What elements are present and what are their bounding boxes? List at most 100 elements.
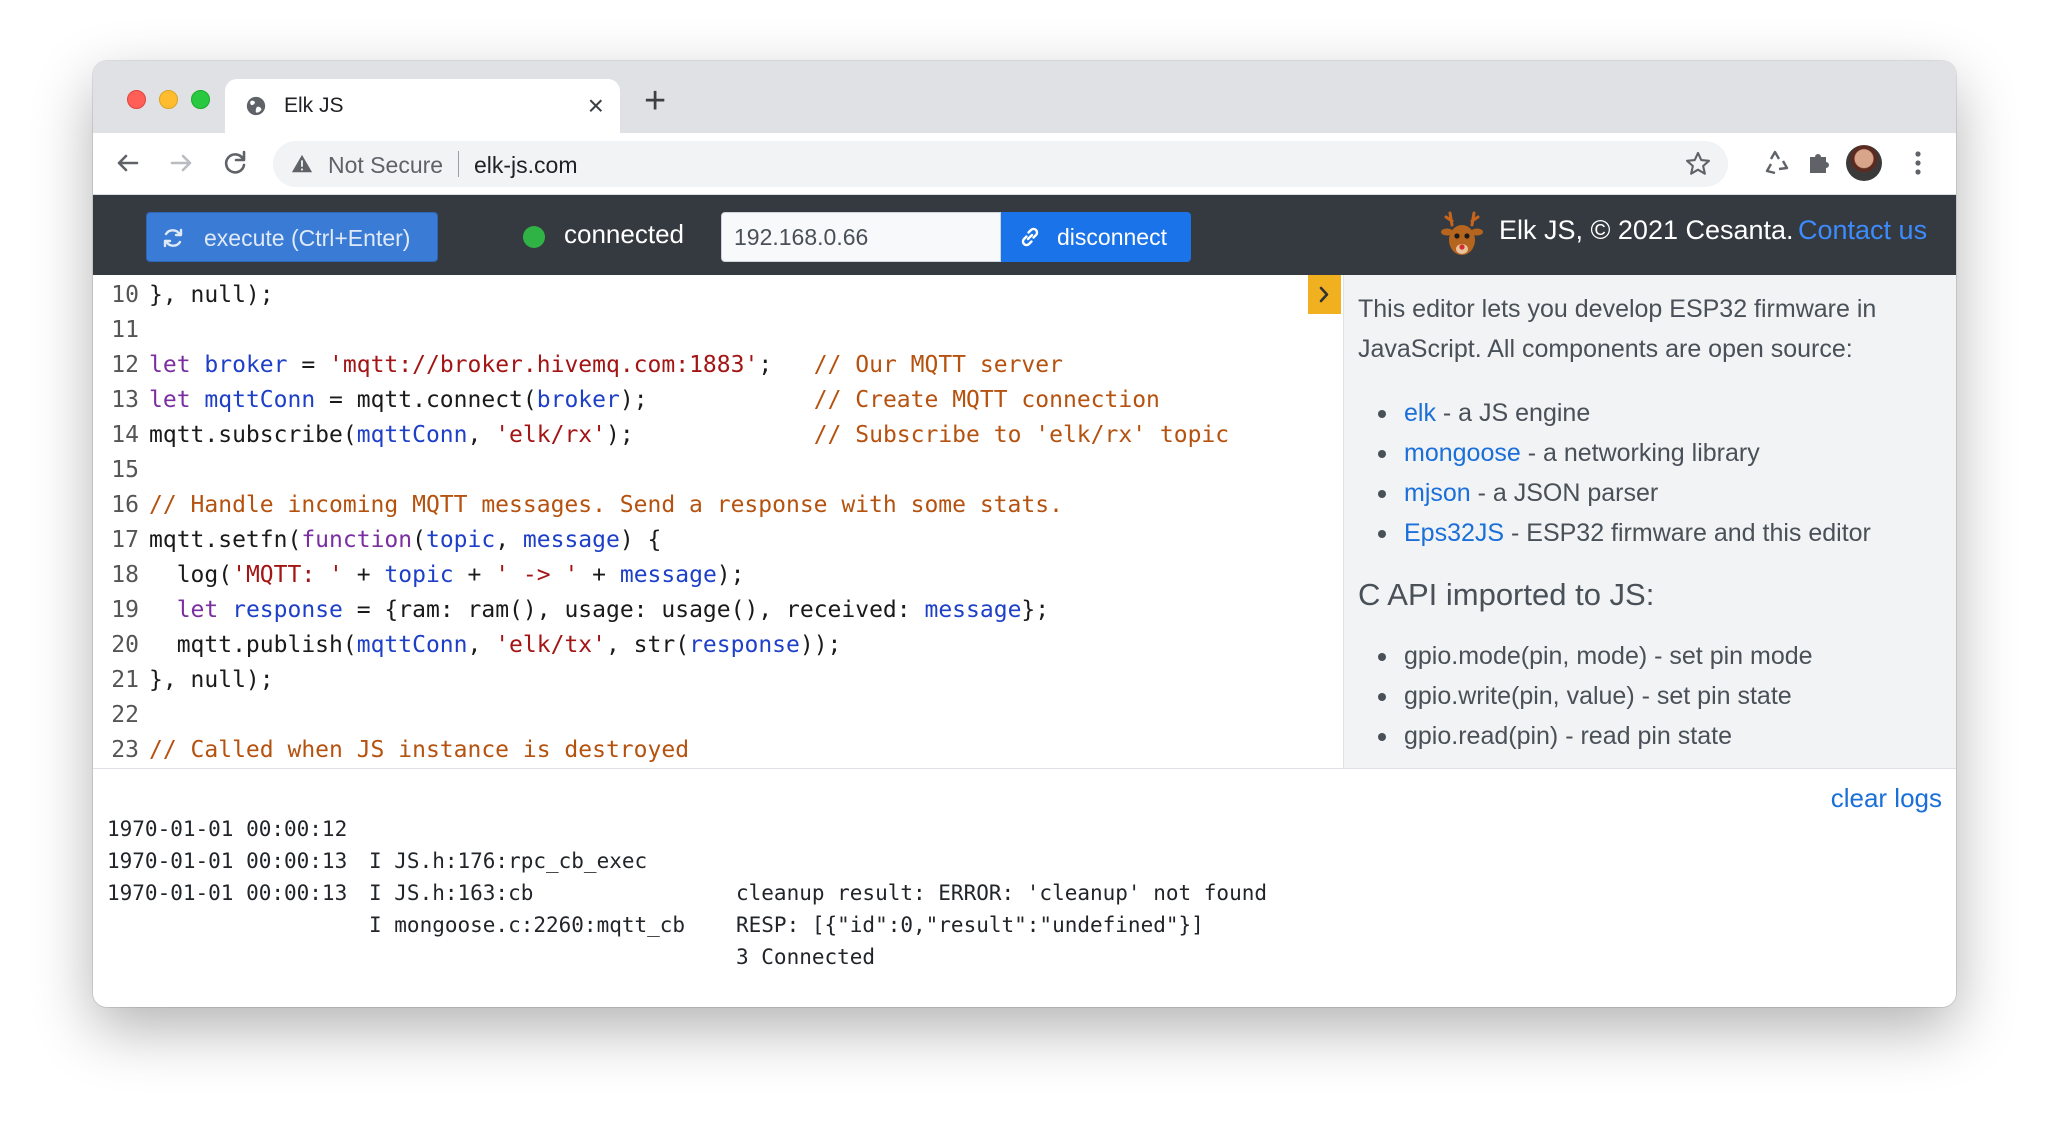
log-row: 1970-01-01 00:00:13 I JS.h:163:cb RESP: … — [107, 813, 1204, 937]
reload-icon[interactable] — [219, 147, 251, 179]
code-text[interactable]: let mqttConn = mqtt.connect(broker); // … — [149, 383, 1160, 418]
code-line: 14 mqtt.subscribe(mqttConn, 'elk/rx'); //… — [93, 418, 1343, 453]
code-text[interactable]: log('MQTT: ' + topic + ' -> ' + message)… — [149, 558, 745, 593]
code-text[interactable]: }, null); — [149, 663, 274, 698]
code-line: 22 — [93, 698, 1343, 733]
code-line: 20 mqtt.publish(mqttConn, 'elk/tx', str(… — [93, 628, 1343, 663]
code-text[interactable]: let response = {ram: ram(), usage: usage… — [149, 593, 1049, 628]
code-line: 21 }, null); — [93, 663, 1343, 698]
execute-button[interactable]: execute (Ctrl+Enter) — [146, 212, 438, 262]
code-text[interactable]: // Handle incoming MQTT messages. Send a… — [149, 488, 1063, 523]
library-list: elk - a JS engine mongoose - a networkin… — [1378, 393, 1871, 553]
code-line: 17 mqtt.setfn(function(topic, message) { — [93, 523, 1343, 558]
code-line: 18 log('MQTT: ' + topic + ' -> ' + messa… — [93, 558, 1343, 593]
minimize-window-button[interactable] — [159, 90, 178, 109]
execute-label: execute (Ctrl+Enter) — [204, 225, 411, 251]
connection-status: connected — [564, 219, 684, 249]
brand-text: Elk JS, © 2021 Cesanta. — [1499, 215, 1794, 245]
tab-close-icon[interactable]: × — [588, 89, 604, 123]
tab-strip: Elk JS × + — [93, 61, 1956, 133]
link-icon — [1021, 227, 1039, 247]
globe-icon — [246, 96, 266, 116]
code-text[interactable]: mqtt.subscribe(mqttConn, 'elk/rx'); // S… — [149, 418, 1229, 453]
contact-us-link[interactable]: Contact us — [1798, 215, 1927, 246]
recycle-extension-icon[interactable] — [1761, 147, 1793, 179]
log-source: I JS.h:176:rpc_cb_exec — [369, 849, 648, 873]
disconnect-button[interactable]: disconnect — [1001, 212, 1191, 262]
code-line: 16 // Handle incoming MQTT messages. Send… — [93, 488, 1343, 523]
line-number: 21 — [111, 667, 139, 693]
mjson-link[interactable]: mjson — [1404, 479, 1471, 507]
maximize-window-button[interactable] — [191, 90, 210, 109]
log-source: I JS.h:163:cb — [369, 881, 534, 905]
code-text[interactable]: mqtt.publish(mqttConn, 'elk/tx', str(res… — [149, 628, 842, 663]
line-number: 15 — [111, 457, 139, 483]
line-number: 16 — [111, 492, 139, 518]
new-tab-button[interactable]: + — [644, 81, 666, 121]
esp32js-link[interactable]: Eps32JS — [1404, 519, 1504, 547]
more-menu-icon[interactable] — [1913, 147, 1923, 179]
forward-icon[interactable] — [166, 147, 198, 179]
code-text[interactable]: let broker = 'mqtt://broker.hivemq.com:1… — [149, 348, 1063, 383]
bookmark-star-icon[interactable] — [1684, 150, 1712, 178]
connection-status-dot — [523, 226, 545, 248]
extensions-puzzle-icon[interactable] — [1803, 147, 1835, 179]
log-row: 1970-01-01 00:00:12 I JS.h:176:rpc_cb_ex… — [107, 781, 1267, 905]
code-editor[interactable]: 10 }, null); 11 12 let broker = 'mqtt://brok… — [93, 275, 1343, 768]
code-line: 12 let broker = 'mqtt://broker.hivemq.com… — [93, 348, 1343, 383]
lib-desc: - ESP32 firmware and this editor — [1504, 519, 1871, 547]
code-line: 23 // Called when JS instance is destroye… — [93, 733, 1343, 768]
security-label[interactable]: Not Secure — [328, 152, 443, 179]
lib-desc: - a networking library — [1520, 439, 1760, 467]
close-window-button[interactable] — [127, 90, 146, 109]
collapse-sidebar-icon[interactable] — [1308, 275, 1341, 314]
clear-logs-button[interactable]: clear logs — [1831, 783, 1942, 814]
app-header: execute (Ctrl+Enter) connected disconnec… — [93, 195, 1956, 275]
list-item: gpio.write(pin, value) - set pin state — [1378, 676, 1813, 716]
line-number: 12 — [111, 352, 139, 378]
line-number: 13 — [111, 387, 139, 413]
code-line: 19 let response = {ram: ram(), usage: us… — [93, 593, 1343, 628]
browser-toolbar: Not Secure elk-js.com — [93, 133, 1956, 195]
profile-avatar[interactable] — [1846, 145, 1882, 181]
tab-elk-js[interactable]: Elk JS × — [225, 79, 620, 133]
log-message: RESP: [{"id":0,"result":"undefined"}] — [736, 913, 1204, 937]
sidebar-intro: This editor lets you develop ESP32 firmw… — [1358, 295, 1877, 363]
list-item: elk - a JS engine — [1378, 393, 1871, 433]
log-panel: 1970-01-01 00:00:12 I JS.h:176:rpc_cb_ex… — [93, 768, 1956, 1007]
warning-icon — [291, 154, 313, 173]
elk-link[interactable]: elk — [1404, 399, 1436, 427]
log-source: I mongoose.c:2260:mqtt_cb — [369, 913, 686, 937]
code-line: 15 — [93, 453, 1343, 488]
list-item: Eps32JS - ESP32 firmware and this editor — [1378, 513, 1871, 553]
line-number: 11 — [111, 317, 139, 343]
code-line: 11 — [93, 313, 1343, 348]
back-icon[interactable] — [111, 147, 143, 179]
log-row: 1970-01-01 00:00:13 I mongoose.c:2260:mq… — [107, 845, 875, 969]
omnibox-divider — [458, 151, 459, 177]
line-number: 10 — [111, 282, 139, 308]
api-list: gpio.mode(pin, mode) - set pin mode gpio… — [1378, 636, 1813, 756]
url-text[interactable]: elk-js.com — [474, 152, 578, 179]
line-number: 14 — [111, 422, 139, 448]
log-message: 3 Connected — [736, 945, 876, 969]
code-line: 13 let mqttConn = mqtt.connect(broker); /… — [93, 383, 1343, 418]
elk-logo-icon — [1441, 211, 1483, 255]
address-bar[interactable]: Not Secure elk-js.com — [273, 141, 1728, 187]
line-number: 18 — [111, 562, 139, 588]
line-number: 22 — [111, 702, 139, 728]
code-text[interactable]: // Called when JS instance is destroyed — [149, 733, 689, 768]
line-number: 19 — [111, 597, 139, 623]
browser-window: Elk JS × + Not Secure elk-js.com execute… — [93, 61, 1956, 1007]
code-text[interactable]: }, null); — [149, 278, 274, 313]
device-ip-input[interactable] — [721, 212, 1001, 262]
code-text[interactable]: mqtt.setfn(function(topic, message) { — [149, 523, 661, 558]
line-number: 17 — [111, 527, 139, 553]
disconnect-label: disconnect — [1057, 224, 1167, 250]
line-number: 20 — [111, 632, 139, 658]
mongoose-link[interactable]: mongoose — [1404, 439, 1521, 467]
refresh-icon — [163, 228, 183, 248]
lib-desc: - a JSON parser — [1470, 479, 1659, 507]
lib-desc: - a JS engine — [1435, 399, 1591, 427]
line-number: 23 — [111, 737, 139, 763]
